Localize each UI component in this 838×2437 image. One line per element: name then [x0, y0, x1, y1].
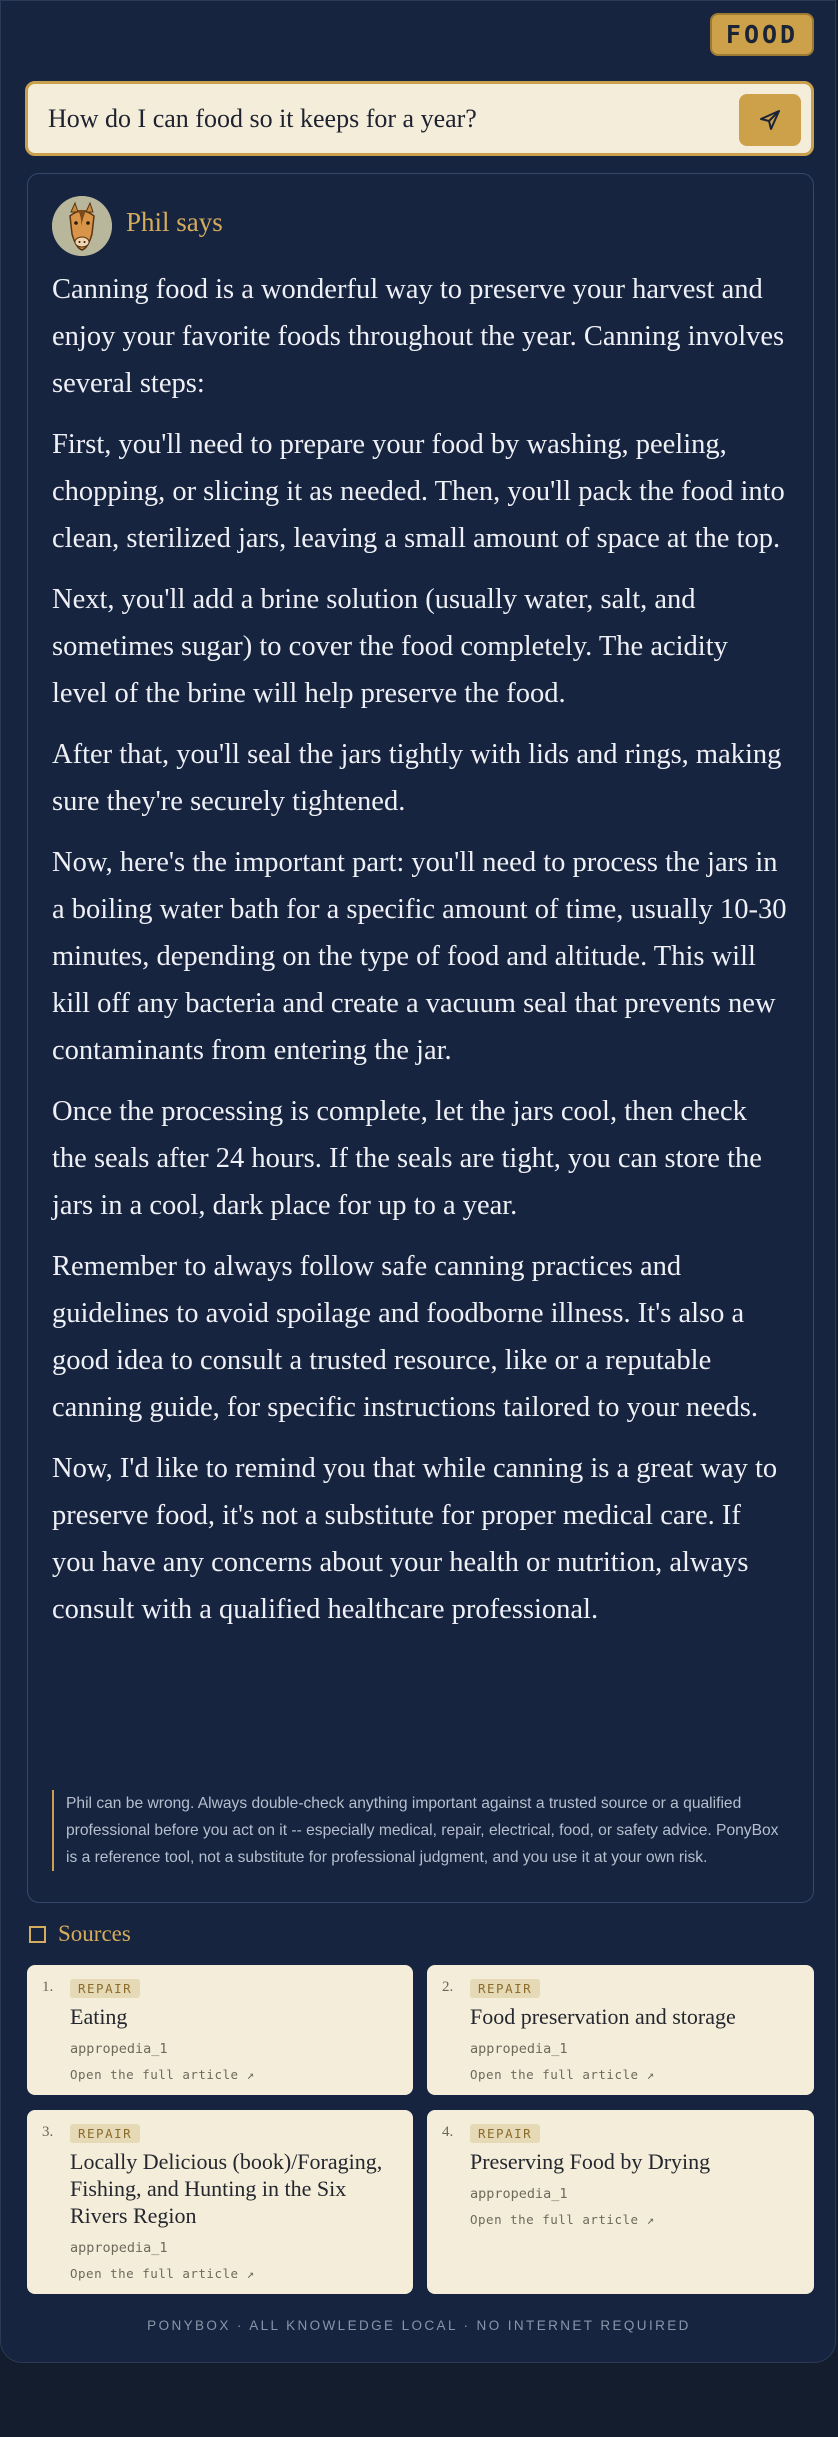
source-meta: appropedia_1 — [70, 2041, 168, 2057]
source-card[interactable]: 1. REPAIR Eating appropedia_1 Open the f… — [27, 1965, 413, 2095]
source-tag: REPAIR — [70, 2124, 141, 2143]
source-number: 3. — [42, 2124, 54, 2140]
source-title: Preserving Food by Drying — [470, 2149, 711, 2174]
send-button[interactable] — [739, 94, 801, 146]
answer-text: Canning food is a wonderful way to prese… — [52, 266, 787, 1647]
send-icon — [760, 110, 780, 130]
answer-paragraph: Remember to always follow safe canning p… — [52, 1251, 758, 1423]
answer-paragraph: First, you'll need to prepare your food … — [52, 429, 785, 554]
answer-paragraph: Canning food is a wonderful way to prese… — [52, 274, 785, 399]
sources-heading: Sources — [29, 1921, 131, 1947]
phil-avatar — [52, 196, 112, 256]
source-card[interactable]: 4. REPAIR Preserving Food by Drying appr… — [427, 2110, 814, 2294]
source-meta: appropedia_1 — [470, 2041, 568, 2057]
source-tag: REPAIR — [70, 1979, 141, 1998]
source-title: Locally Delicious (book)/Foraging, Fishi… — [70, 2149, 383, 2228]
source-meta: appropedia_1 — [470, 2186, 568, 2202]
answer-paragraph: Next, you'll add a brine solution (usual… — [52, 584, 728, 709]
source-link[interactable]: Open the full article ↗ — [70, 2266, 255, 2281]
source-link[interactable]: Open the full article ↗ — [470, 2212, 655, 2227]
answer-paragraph: After that, you'll seal the jars tightly… — [52, 739, 782, 817]
square-icon — [29, 1925, 46, 1943]
source-title: Food preservation and storage — [470, 2004, 736, 2029]
answer-paragraph: Now, here's the important part: you'll n… — [52, 847, 787, 1066]
source-link[interactable]: Open the full article ↗ — [470, 2067, 655, 2082]
source-number: 2. — [442, 1979, 454, 1995]
source-tag: REPAIR — [470, 1979, 541, 1998]
source-title: Eating — [70, 2004, 128, 2029]
source-card[interactable]: 2. REPAIR Food preservation and storage … — [427, 1965, 814, 2095]
speaker-name: Phil says — [126, 207, 223, 237]
disclaimer: Phil can be wrong. Always double-check a… — [52, 1790, 787, 1871]
sources-heading-label: Sources — [58, 1921, 131, 1946]
source-link[interactable]: Open the full article ↗ — [70, 2067, 255, 2082]
source-tag: REPAIR — [470, 2124, 541, 2143]
source-number: 1. — [42, 1979, 54, 1995]
app-frame: FOOD Phil says — [0, 0, 836, 2363]
answer-paragraph: Once the processing is complete, let the… — [52, 1096, 762, 1221]
search-bar — [25, 81, 814, 156]
horse-icon — [52, 196, 112, 256]
source-card[interactable]: 3. REPAIR Locally Delicious (book)/Forag… — [27, 2110, 413, 2294]
category-badge[interactable]: FOOD — [710, 13, 814, 56]
footer-tagline: PONYBOX · ALL KNOWLEDGE LOCAL · NO INTER… — [147, 2318, 691, 2333]
category-badge-label: FOOD — [725, 20, 799, 49]
answer-card: Phil says Canning food is a wonderful wa… — [27, 173, 814, 1903]
source-meta: appropedia_1 — [70, 2240, 168, 2256]
answer-paragraph: Now, I'd like to remind you that while c… — [52, 1453, 778, 1625]
search-input[interactable] — [48, 84, 728, 153]
source-number: 4. — [442, 2124, 454, 2140]
